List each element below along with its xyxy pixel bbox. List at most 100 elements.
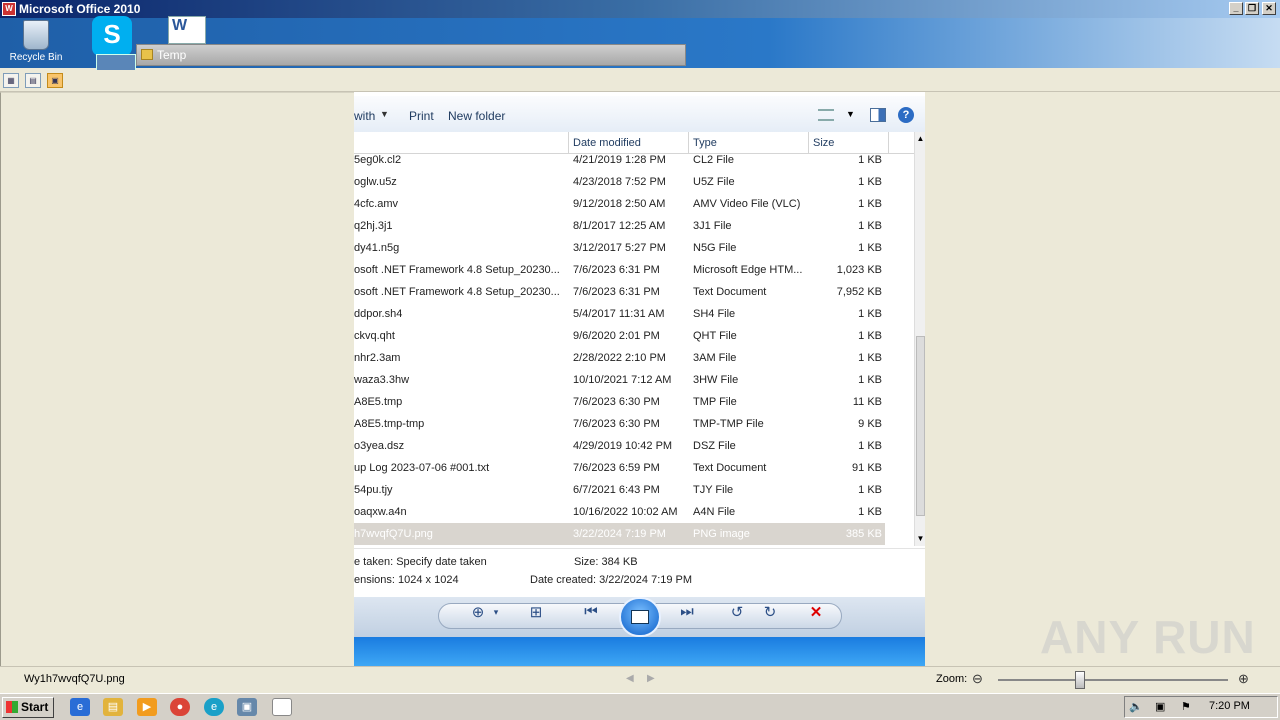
edge-icon[interactable]: e [204,698,224,716]
flag-icon[interactable]: ⚑ [1181,700,1191,713]
file-date: 7/6/2023 6:30 PM [573,396,660,408]
file-type: AMV Video File (VLC) [693,198,801,210]
file-name: q2hj.3j1 [354,220,393,232]
zoom-in-icon[interactable]: ⊕ [1238,671,1249,687]
file-row[interactable]: 4cfc.amv 9/12/2018 2:50 AM AMV Video File … [354,193,885,215]
file-row[interactable]: ddpor.sh4 5/4/2017 11:31 AM SH4 File 1 KB [354,303,885,325]
file-row[interactable]: q2hj.3j1 8/1/2017 12:25 AM 3J1 File 1 KB [354,215,885,237]
new-folder-button[interactable]: New folder [448,109,505,123]
temp-window-titlebar[interactable]: Temp [136,44,686,66]
file-row[interactable]: 54pu.tjy 6/7/2021 6:43 PM TJY File 1 KB [354,479,885,501]
photo-viewer-taskbar-icon[interactable]: ▣ [237,698,257,716]
recycle-bin-label: Recycle Bin [9,52,63,63]
actual-size-icon[interactable]: ▤ [25,73,41,88]
file-row[interactable]: waza3.3hw 10/10/2021 7:12 AM 3HW File 1 KB [354,369,885,391]
clock[interactable]: 7:20 PM [1209,700,1250,712]
minimize-button[interactable]: _ [1229,2,1243,15]
dimensions-detail: ensions: 1024 x 1024 [354,574,459,586]
volume-icon[interactable]: 🔈 [1129,700,1143,713]
zoom-out-icon[interactable]: ⊖ [972,671,983,687]
network-icon[interactable]: ▣ [1155,700,1165,713]
file-row[interactable]: o3yea.dsz 4/29/2019 10:42 PM DSZ File 1 KB [354,435,885,457]
rotate-left-icon[interactable]: ↺ [727,603,747,621]
zoom-slider-thumb[interactable] [1075,671,1085,689]
anyrun-watermark: ANY RUN [1040,611,1256,663]
media-player-icon[interactable]: ▶ [137,698,157,716]
col-date-modified[interactable]: Date modified [573,137,641,149]
actual-size-icon[interactable]: ⊞ [526,603,546,621]
date-created-detail: Date created: 3/22/2024 7:19 PM [530,574,693,586]
window-bottom-glass [354,637,925,666]
skype-icon[interactable]: S [92,16,132,56]
open-with-button[interactable]: with [354,109,375,123]
restore-button[interactable]: ❐ [1245,2,1259,15]
scroll-down-icon[interactable]: ▼ [915,532,925,546]
chrome-icon[interactable]: ● [170,698,190,716]
file-row[interactable]: osoft .NET Framework 4.8 Setup_20230... 7… [354,259,885,281]
print-button[interactable]: Print [409,109,434,123]
file-name: A8E5.tmp-tmp [354,418,425,430]
zoom-dropdown-icon[interactable]: ▾ [486,607,506,618]
file-size: 1 KB [858,352,882,364]
col-type[interactable]: Type [693,137,717,149]
file-row[interactable]: dy41.n5g 3/12/2017 5:27 PM N5G File 1 KB [354,237,885,259]
vertical-scrollbar[interactable]: ▲ ▼ [914,132,925,546]
file-row[interactable]: A8E5.tmp-tmp 7/6/2023 6:30 PM TMP-TMP File… [354,413,885,435]
help-icon[interactable]: ? [898,107,914,123]
file-row[interactable]: h7wvqfQ7U.png 3/22/2024 7:19 PM PNG image 3… [354,523,885,545]
file-name: ddpor.sh4 [354,308,403,320]
blank-document-icon[interactable] [272,698,292,716]
file-row[interactable]: 5eg0k.cl2 4/21/2019 1:28 PM CL2 File 1 KB [354,149,885,171]
zoom-icon[interactable]: ⊕ [468,603,488,621]
file-row[interactable]: oglw.u5z 4/23/2018 7:52 PM U5Z File 1 KB [354,171,885,193]
file-row[interactable]: A8E5.tmp 7/6/2023 6:30 PM TMP File 11 KB [354,391,885,413]
file-row[interactable]: ckvq.qht 9/6/2020 2:01 PM QHT File 1 KB [354,325,885,347]
slideshow-button[interactable] [619,597,661,637]
file-date: 10/10/2021 7:12 AM [573,374,672,386]
file-date: 7/6/2023 6:31 PM [573,286,660,298]
file-name: waza3.3hw [354,374,410,386]
right-background-pane [925,92,1280,666]
next-image-icon[interactable]: ▶ [647,673,655,684]
delete-icon[interactable]: ✕ [806,603,826,621]
start-label: Start [21,700,49,714]
preview-pane-icon[interactable] [870,108,886,122]
file-row[interactable]: nhr2.3am 2/28/2022 2:10 PM 3AM File 1 KB [354,347,885,369]
date-taken[interactable]: e taken: Specify date taken [354,556,487,568]
file-name: nhr2.3am [354,352,401,364]
file-name: dy41.n5g [354,242,400,254]
image-view-icon[interactable]: ▣ [47,73,63,88]
file-date: 3/22/2024 7:19 PM [573,528,666,540]
file-row[interactable]: osoft .NET Framework 4.8 Setup_20230... 7… [354,281,885,303]
file-row[interactable]: up Log 2023-07-06 #001.txt 7/6/2023 6:59 … [354,457,885,479]
column-divider[interactable] [888,132,889,154]
scroll-thumb[interactable] [916,336,925,516]
ie-icon[interactable]: e [70,698,90,716]
start-button[interactable]: Start [2,697,54,718]
file-size: 1 KB [858,308,882,320]
fit-view-icon[interactable]: ▦ [3,73,19,88]
file-type: TJY File [693,484,734,496]
file-date: 8/1/2017 12:25 AM [573,220,666,232]
previous-icon[interactable]: ⏮ [581,603,601,620]
file-type: A4N File [693,506,736,518]
recycle-bin-shortcut[interactable]: Recycle Bin [8,20,64,70]
rotate-right-icon[interactable]: ↻ [760,603,780,621]
file-row[interactable]: oaqxw.a4n 10/16/2022 10:02 AM A4N File 1 KB [354,501,885,523]
col-size[interactable]: Size [813,137,834,149]
file-date: 4/21/2019 1:28 PM [573,154,666,166]
open-with-dropdown-icon[interactable]: ▼ [380,109,389,119]
next-icon[interactable]: ⏭ [677,603,697,620]
close-button[interactable]: ✕ [1262,2,1276,15]
word-icon[interactable]: W [168,16,206,44]
file-date: 3/12/2017 5:27 PM [573,242,666,254]
explorer-icon[interactable]: ▤ [103,698,123,716]
view-options-icon[interactable] [818,109,834,121]
prev-image-icon[interactable]: ◀ [626,673,634,684]
status-filename: Wy1h7wvqfQ7U.png [24,673,125,685]
file-size: 1 KB [858,154,882,166]
view-dropdown-icon[interactable]: ▼ [846,109,855,119]
taskbar: Start e ▤ ▶ ● e ▣ 🔈 ▣ ⚑ 7:20 PM [0,693,1280,720]
scroll-up-icon[interactable]: ▲ [915,132,925,146]
zoom-slider-track[interactable] [998,679,1228,681]
